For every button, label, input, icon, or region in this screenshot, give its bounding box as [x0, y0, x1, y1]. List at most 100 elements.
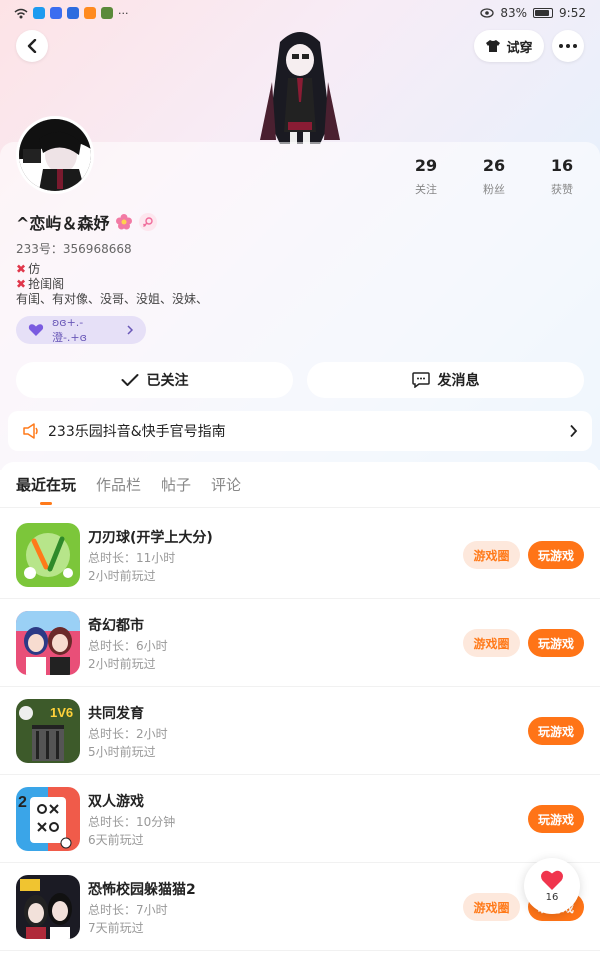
- send-message-button[interactable]: 发消息: [307, 362, 584, 398]
- like-floating-button[interactable]: 16: [524, 858, 580, 914]
- message-icon: [411, 372, 430, 388]
- like-count: 16: [545, 892, 559, 903]
- followed-label: 已关注: [146, 373, 189, 389]
- game-row[interactable]: 恐怖校园躲猫猫2 总时长：7小时 7天前玩过 游戏圈 玩游戏: [0, 863, 600, 951]
- stat-likes[interactable]: 16 获赞: [532, 156, 592, 197]
- stat-followers[interactable]: 26 粉丝: [464, 156, 524, 197]
- game-last-played: 7天前玩过: [88, 921, 144, 935]
- game-row[interactable]: 1V6 共同发育 总时长：2小时 5小时前玩过 玩游戏: [0, 687, 600, 775]
- stat-label: 关注: [415, 183, 437, 196]
- bio-line: 有闺、有对像、没哥、没姐、没妹、: [16, 292, 208, 307]
- app-notification-icon: [67, 7, 79, 19]
- tab-posts[interactable]: 帖子: [161, 474, 191, 495]
- chevron-right-icon: [127, 325, 134, 335]
- game-title: 奇幻都市: [88, 618, 144, 634]
- profile-avatar[interactable]: [16, 116, 94, 194]
- dot: [566, 44, 570, 48]
- grow-together-icon[interactable]: 1V6: [16, 699, 80, 763]
- stat-value: 16: [550, 156, 574, 175]
- status-right: 83% 9:52: [480, 6, 586, 20]
- dot: [573, 44, 577, 48]
- stat-value: 29: [414, 156, 438, 175]
- game-row[interactable]: 2 双人游戏 总时长：10分钟 6天前玩过 玩游戏: [0, 775, 600, 863]
- bio-line: ✖ 仿: [16, 262, 208, 277]
- game-duration: 总时长：6小时: [88, 639, 168, 653]
- gender-badge-icon: [139, 213, 158, 231]
- battery-percent: 83%: [500, 6, 528, 20]
- tab-comments[interactable]: 评论: [211, 474, 241, 495]
- game-circle-button[interactable]: 游戏圈: [463, 541, 520, 569]
- heart-icon: [28, 324, 44, 336]
- notice-text: 233乐园抖音&快手官号指南: [48, 424, 226, 440]
- app-notification-icon: [50, 7, 62, 19]
- user-id: 233号：356968668: [16, 242, 132, 256]
- battery-icon: [533, 8, 554, 18]
- bio-text: 抢闺阁: [28, 277, 65, 291]
- game-last-played: 2小时前玩过: [88, 657, 156, 671]
- try-on-button[interactable]: 试穿: [474, 30, 544, 62]
- game-title: 双人游戏: [88, 794, 144, 810]
- play-game-button[interactable]: 玩游戏: [528, 629, 584, 657]
- bio-text: 仿: [28, 262, 41, 276]
- username-row: ^恋屿＆森妤: [16, 210, 158, 234]
- eye-icon: [480, 8, 495, 18]
- back-arrow-icon: [27, 39, 37, 53]
- horror-school-icon[interactable]: [16, 875, 80, 939]
- game-last-played: 6天前玩过: [88, 833, 144, 847]
- profile-tabs: 最近在玩 作品栏 帖子 评论: [16, 474, 241, 495]
- tabs-divider: [0, 507, 600, 508]
- stat-following[interactable]: 29 关注: [396, 156, 456, 197]
- try-on-label: 试穿: [506, 40, 533, 56]
- bio-line: ✖ 抢闺阁: [16, 277, 208, 292]
- cross-mark-icon: ✖: [16, 262, 27, 276]
- tab-works[interactable]: 作品栏: [96, 474, 141, 495]
- tag-label: ʚɞ+.-澄-.+ɞ: [51, 315, 87, 344]
- game-row[interactable]: 刀刃球(开学上大分) 总时长：11小时 2小时前玩过 游戏圈 玩游戏: [0, 511, 600, 599]
- check-icon: [121, 374, 138, 386]
- game-circle-button[interactable]: 游戏圈: [463, 629, 520, 657]
- knife-ball-icon[interactable]: [16, 523, 80, 587]
- tshirt-icon: [486, 40, 501, 52]
- play-game-button[interactable]: 玩游戏: [528, 805, 584, 833]
- app-notification-icon: [101, 7, 113, 19]
- game-duration: 总时长：11小时: [88, 551, 176, 565]
- stat-label: 获赞: [551, 183, 573, 196]
- play-game-button[interactable]: 玩游戏: [528, 717, 584, 745]
- tab-recently-played[interactable]: 最近在玩: [16, 474, 76, 495]
- game-row[interactable]: 奇幻都市 总时长：6小时 2小时前玩过 游戏圈 玩游戏: [0, 599, 600, 687]
- avatar-art: [19, 119, 91, 191]
- game-circle-button[interactable]: 游戏圈: [463, 893, 520, 921]
- game-title: 刀刃球(开学上大分): [88, 530, 213, 546]
- svg-text:1V6: 1V6: [50, 705, 73, 720]
- wifi-icon: [14, 8, 28, 18]
- notice-banner[interactable]: 233乐园抖音&快手官号指南: [8, 411, 592, 451]
- avatar-character-image[interactable]: [250, 22, 350, 144]
- more-notifications-icon: ···: [118, 6, 129, 20]
- game-title: 恐怖校园躲猫猫2: [88, 882, 196, 898]
- fantasy-city-icon[interactable]: [16, 611, 80, 675]
- cross-mark-icon: ✖: [16, 277, 27, 291]
- heart-icon: [541, 870, 563, 890]
- game-duration: 总时长：7小时: [88, 903, 168, 917]
- send-message-label: 发消息: [437, 373, 480, 389]
- game-title: 共同发育: [88, 706, 144, 722]
- followed-button[interactable]: 已关注: [16, 362, 293, 398]
- clock: 9:52: [559, 6, 586, 20]
- status-left: ···: [14, 7, 129, 20]
- flower-icon: [116, 214, 133, 230]
- more-options-button[interactable]: [552, 30, 584, 62]
- chevron-right-icon: [570, 424, 578, 438]
- username: ^恋屿＆森妤: [16, 214, 110, 233]
- two-player-icon[interactable]: 2: [16, 787, 80, 851]
- avatar-image: [19, 119, 91, 191]
- game-last-played: 5小时前玩过: [88, 745, 156, 759]
- game-duration: 总时长：2小时: [88, 727, 168, 741]
- svg-text:2: 2: [18, 794, 27, 811]
- back-button[interactable]: [16, 30, 48, 62]
- relationship-tag[interactable]: ʚɞ+.-澄-.+ɞ: [16, 316, 146, 344]
- play-game-button[interactable]: 玩游戏: [528, 541, 584, 569]
- app-notification-icon: [33, 7, 45, 19]
- game-duration: 总时长：10分钟: [88, 815, 176, 829]
- bio-text: 有闺、有对像、没哥、没姐、没妹、: [16, 292, 209, 306]
- active-tab-indicator: [40, 502, 52, 505]
